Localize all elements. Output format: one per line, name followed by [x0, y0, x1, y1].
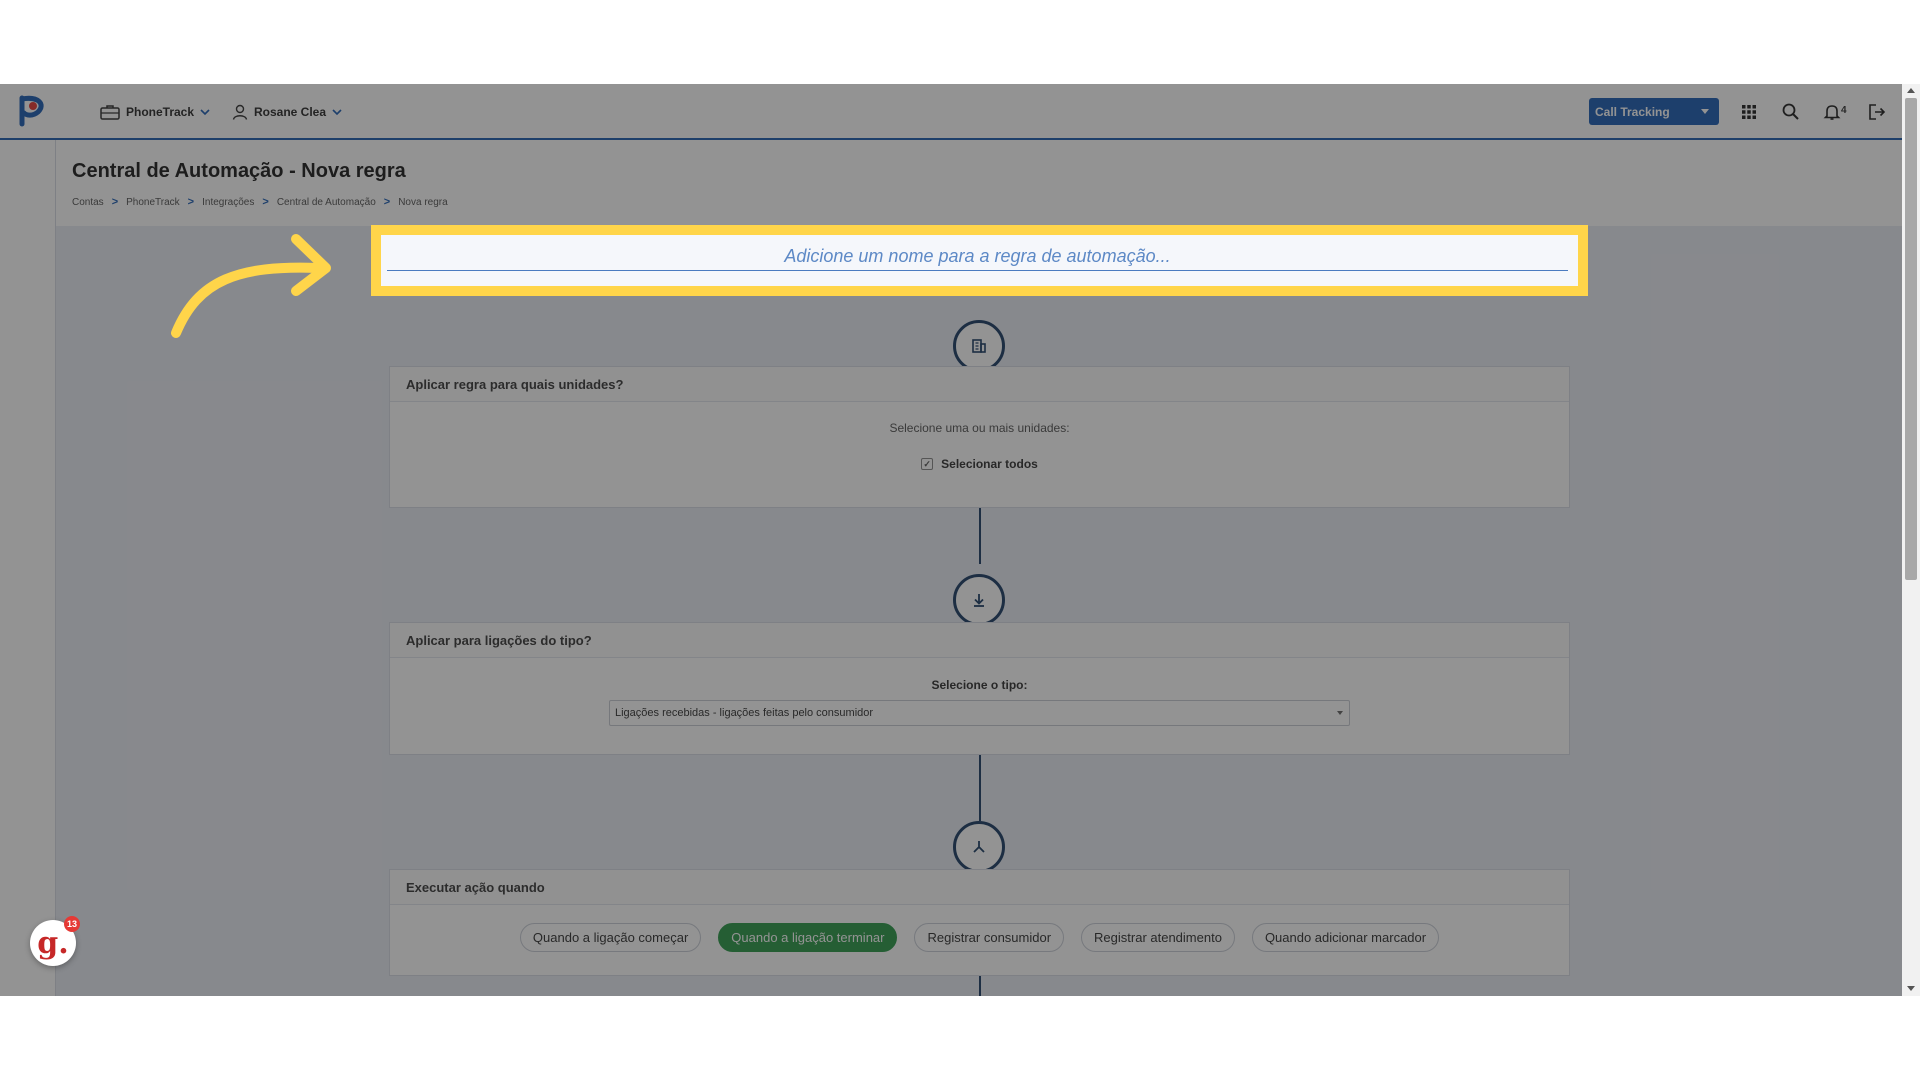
- caret-down-icon: [1701, 109, 1709, 114]
- units-step-marker: [953, 320, 1005, 372]
- option-call-start[interactable]: Quando a ligação começar: [519, 923, 702, 952]
- breadcrumb-separator: >: [262, 196, 269, 208]
- branch-icon: [973, 841, 985, 853]
- units-card: Aplicar regra para quais unidades? Selec…: [389, 366, 1570, 508]
- action-options: Quando a ligação começar Quando a ligaçã…: [390, 923, 1569, 952]
- breadcrumb-separator: >: [383, 196, 391, 208]
- bell-icon[interactable]: [1822, 102, 1842, 122]
- user-name: Rosane Clea: [254, 105, 327, 119]
- page-title: Central de Automação - Nova regra: [72, 160, 406, 182]
- breadcrumb-item-phonetrack[interactable]: PhoneTrack: [126, 197, 180, 208]
- call-tracking-label: Call Tracking: [1595, 104, 1670, 119]
- breadcrumb-item-integracoes[interactable]: Integrações: [202, 197, 254, 208]
- account-switcher[interactable]: PhoneTrack: [100, 102, 210, 122]
- option-call-end[interactable]: Quando a ligação terminar: [718, 923, 898, 952]
- logout-icon[interactable]: [1867, 102, 1887, 122]
- user-icon: [232, 104, 248, 120]
- help-widget[interactable]: g. 13: [30, 916, 80, 966]
- scroll-thumb[interactable]: [1905, 98, 1917, 580]
- call-type-step-marker: [953, 574, 1005, 626]
- scroll-up-icon[interactable]: [1907, 88, 1915, 93]
- page-scrollbar[interactable]: [1902, 84, 1920, 996]
- option-register-consumer[interactable]: Registrar consumidor: [914, 923, 1065, 952]
- action-card-title: Executar ação quando: [390, 870, 1569, 905]
- call-type-card: Aplicar para ligações do tipo? Selecione…: [389, 622, 1570, 755]
- breadcrumb-separator: >: [187, 196, 195, 208]
- breadcrumb-separator: >: [111, 196, 119, 208]
- call-type-card-title: Aplicar para ligações do tipo?: [390, 623, 1569, 658]
- option-add-tag[interactable]: Quando adicionar marcador: [1251, 923, 1440, 952]
- select-all-label: Selecionar todos: [941, 457, 1038, 471]
- call-type-selected: Ligações recebidas - ligações feitas pel…: [615, 707, 874, 719]
- rule-name-input[interactable]: [387, 243, 1568, 271]
- units-hint: Selecione uma ou mais unidades:: [889, 421, 1070, 435]
- call-tracking-button[interactable]: Call Tracking: [1589, 98, 1719, 125]
- user-menu[interactable]: Rosane Clea: [232, 102, 342, 122]
- breadcrumb-item-contas[interactable]: Contas: [72, 197, 104, 208]
- download-arrow-icon: [974, 594, 984, 607]
- breadcrumb: Contas > PhoneTrack > Integrações > Cent…: [72, 196, 448, 208]
- apps-grid-icon[interactable]: [1739, 102, 1759, 122]
- phonetrack-logo[interactable]: [18, 94, 48, 128]
- chevron-down-icon: [332, 109, 342, 116]
- breadcrumb-item-current: Nova regra: [398, 196, 448, 208]
- page-header: Central de Automação - Nova regra Contas…: [56, 140, 1902, 226]
- pointer-arrow-icon: [171, 234, 331, 338]
- notification-count: 4: [1841, 105, 1847, 116]
- action-card: Executar ação quando Quando a ligação co…: [389, 869, 1570, 976]
- caret-down-icon: [1337, 711, 1343, 715]
- action-step-marker: [953, 821, 1005, 873]
- units-card-title: Aplicar regra para quais unidades?: [390, 367, 1569, 402]
- top-navbar: PhoneTrack Rosane Clea Call Tracking 4: [0, 84, 1902, 140]
- breadcrumb-item-central[interactable]: Central de Automação: [277, 197, 376, 208]
- option-register-service[interactable]: Registrar atendimento: [1081, 923, 1235, 952]
- briefcase-icon: [100, 105, 120, 120]
- account-name: PhoneTrack: [126, 105, 195, 119]
- left-rail: [0, 140, 56, 996]
- flow-connector: [979, 508, 981, 564]
- scroll-down-icon[interactable]: [1907, 986, 1915, 991]
- call-type-hint: Selecione o tipo:: [931, 678, 1028, 692]
- flow-connector: [979, 755, 981, 821]
- help-logo: g.: [37, 925, 69, 961]
- select-all-row[interactable]: ✓ Selecionar todos: [390, 457, 1569, 471]
- chevron-down-icon: [200, 109, 210, 116]
- rule-name-highlight: [371, 225, 1588, 296]
- select-all-checkbox[interactable]: ✓: [921, 458, 934, 470]
- building-icon: [972, 339, 986, 353]
- flow-connector: [979, 976, 981, 996]
- call-type-select[interactable]: Ligações recebidas - ligações feitas pel…: [609, 700, 1350, 726]
- app-viewport: PhoneTrack Rosane Clea Call Tracking 4 C…: [0, 84, 1920, 996]
- search-icon[interactable]: [1781, 102, 1801, 122]
- help-badge: 13: [64, 916, 80, 932]
